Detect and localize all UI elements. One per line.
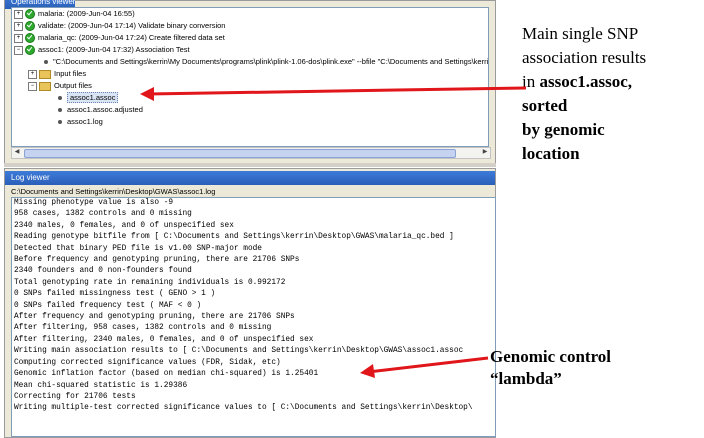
file-label: assoc1.log (67, 117, 103, 126)
operations-tree[interactable]: + malaria: (2009-Jun-04 16:55) + validate:… (11, 7, 489, 147)
operations-viewer-panel: Operations viewer + malaria: (2009-Jun-04… (4, 0, 496, 164)
log-viewer-panel: Log viewer C:\Documents and Settings\ker… (4, 168, 496, 438)
output-file-log[interactable]: assoc1.log (56, 117, 103, 127)
log-line: Total genotyping rate in remaining indiv… (14, 278, 286, 287)
collapse-icon[interactable]: − (14, 45, 23, 55)
log-line: 0 SNPs failed missingness test ( GENO > … (14, 290, 216, 299)
annotation-filename: assoc1.assoc, (539, 72, 633, 91)
log-line: Mean chi-squared statistic is 1.29386 (14, 381, 188, 390)
expand-icon[interactable]: + (14, 9, 23, 19)
tree-item-assoc1[interactable]: − assoc1: (2009-Jun-04 17:32) Association… (14, 45, 190, 56)
log-line: Missing phenotype value is also -9 (14, 199, 174, 207)
horizontal-scrollbar[interactable]: ◀ ▶ (11, 147, 491, 159)
file-label: assoc1.assoc.adjusted (67, 105, 143, 114)
annotation-line: Main single SNP (522, 24, 639, 43)
tree-item-input-files[interactable]: + Input files (28, 69, 86, 79)
log-line: After frequency and genotyping pruning, … (14, 313, 295, 322)
file-dot-icon (58, 108, 62, 113)
log-line: Writing multiple-test corrected signific… (14, 404, 473, 413)
file-dot-icon (58, 96, 62, 101)
file-dot-icon (44, 60, 48, 65)
log-line: 2340 founders and 0 non-founders found (14, 267, 192, 276)
log-line: 0 SNPs failed frequency test ( MAF < 0 ) (14, 301, 202, 310)
status-ok-icon (25, 45, 35, 56)
collapse-icon[interactable]: − (28, 81, 37, 91)
tree-item-malaria-qc[interactable]: + malaria_qc: (2009-Jun-04 17:24) Create … (14, 33, 225, 44)
log-line: Computing corrected significance values … (14, 358, 281, 367)
status-ok-icon (25, 33, 35, 44)
log-file-path: C:\Documents and Settings\kerrin\Desktop… (11, 187, 216, 196)
log-line: Writing main association results to [ C:… (14, 347, 464, 356)
tree-item-output-files[interactable]: − Output files (28, 81, 92, 91)
log-line: Reading genotype bitfile from [ C:\Docum… (14, 233, 454, 242)
annotation-line: sorted (522, 96, 568, 115)
log-line: Genomic inflation factor (based on media… (14, 370, 319, 379)
annotation-line: Genomic control (490, 347, 612, 366)
log-line: Correcting for 21706 tests (14, 392, 136, 401)
annotation-line: by genomic (522, 120, 605, 139)
folder-icon (39, 81, 51, 91)
tree-item-label: validate: (2009-Jun-04 17:14) Validate b… (38, 21, 226, 30)
tree-item-validate[interactable]: + validate: (2009-Jun-04 17:14) Validate … (14, 21, 226, 32)
panel-splitter[interactable] (4, 163, 496, 167)
log-line: After filtering, 2340 males, 0 females, … (14, 335, 314, 344)
main-result-annotation: Main single SNP association results in a… (522, 22, 702, 166)
tree-item-label: assoc1: (2009-Jun-04 17:32) Association … (38, 45, 190, 54)
log-viewer-title: Log viewer (5, 171, 495, 185)
tree-item-malaria[interactable]: + malaria: (2009-Jun-04 16:55) (14, 9, 135, 20)
log-text-area[interactable]: Missing phenotype value is also -9 958 ca… (11, 197, 496, 437)
status-ok-icon (25, 9, 35, 20)
expand-icon[interactable]: + (14, 21, 23, 31)
output-file-assoc[interactable]: assoc1.assoc (56, 92, 119, 103)
scroll-thumb[interactable] (24, 149, 456, 158)
annotation-line: association results (522, 48, 647, 67)
log-line: Detected that binary PED file is v1.00 S… (14, 244, 262, 253)
output-files-label: Output files (54, 81, 92, 90)
selected-file-label[interactable]: assoc1.assoc (67, 92, 119, 103)
scroll-left-icon[interactable]: ◀ (13, 149, 21, 156)
log-line: 2340 males, 0 females, and 0 of unspecif… (14, 221, 234, 230)
expand-icon[interactable]: + (14, 33, 23, 43)
log-line: After filtering, 958 cases, 1382 control… (14, 324, 272, 333)
annotation-line: in assoc1.assoc, (522, 70, 702, 94)
input-files-label: Input files (54, 69, 87, 78)
annotation-line: “lambda” (490, 369, 562, 388)
log-line: Before frequency and genotyping pruning,… (14, 256, 300, 265)
annotation-prefix: in (522, 72, 540, 91)
scroll-right-icon[interactable]: ▶ (481, 149, 489, 156)
file-dot-icon (58, 120, 62, 125)
status-ok-icon (25, 21, 35, 32)
expand-icon[interactable]: + (28, 69, 37, 79)
folder-icon (39, 69, 51, 79)
genomic-control-annotation: Genomic control “lambda” (490, 346, 611, 390)
output-file-adjusted[interactable]: assoc1.assoc.adjusted (56, 105, 143, 115)
tree-item-label: malaria: (2009-Jun-04 16:55) (38, 9, 135, 18)
command-line-text: "C:\Documents and Settings\kerrin\My Doc… (53, 57, 489, 66)
annotation-line: location (522, 144, 580, 163)
tree-item-label: malaria_qc: (2009-Jun-04 17:24) Create f… (38, 33, 225, 42)
command-line-item[interactable]: "C:\Documents and Settings\kerrin\My Doc… (42, 57, 488, 67)
log-line: 958 cases, 1382 controls and 0 missing (14, 210, 192, 219)
